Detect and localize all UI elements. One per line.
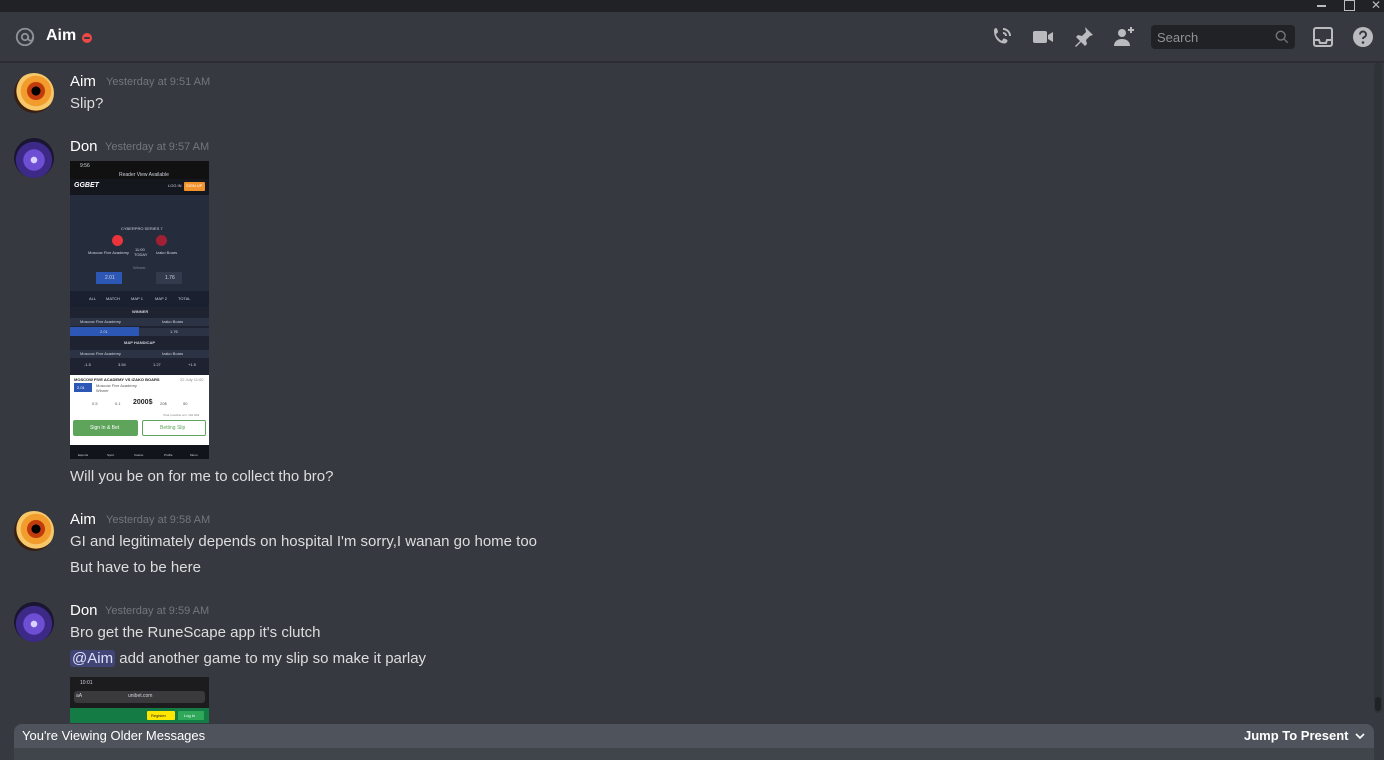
event-name: CYBERPRO SERIES 7 (121, 226, 163, 231)
hc-value: 1.27 (153, 362, 161, 367)
message-text: But have to be here (70, 559, 201, 576)
reader-view-text: Reader View Available (119, 172, 169, 178)
nav-item: Sport (107, 453, 115, 457)
add-member-icon[interactable] (1112, 25, 1136, 49)
at-icon (15, 27, 35, 47)
message-author[interactable]: Don (70, 138, 98, 155)
nav-item: Profile (164, 453, 173, 457)
tab-all: ALL (89, 296, 97, 301)
phone-status-bar: 9:56 Reader View Available (70, 161, 209, 179)
message-text: GI and legitimately depends on hospital … (70, 533, 538, 550)
message-timestamp: Yesterday at 9:51 AM (106, 76, 211, 88)
slip-odds: 2.01 (77, 385, 85, 390)
sign-in-bet-label: Sign In & Bet (90, 425, 120, 431)
slip-date: 22 July 11:00 (180, 377, 204, 382)
hc-value: 3.54 (118, 362, 126, 367)
stake-chip: 50 (183, 401, 188, 406)
possible-win: Total possible win: 402.00$ (163, 413, 200, 417)
hc-value: +1.5 (188, 362, 196, 367)
tab-map1: MAP 1 (131, 296, 143, 301)
market-team1: Moscow Five Academy (80, 319, 121, 324)
chevron-down-icon[interactable] (1354, 730, 1366, 742)
betting-slip-label: Betting Slip (160, 425, 186, 431)
team1-name: Moscow Five Academy (88, 250, 129, 255)
handicap-team1: Moscow Five Academy (80, 351, 121, 356)
dnd-status-icon (82, 33, 92, 43)
market-handicap: MAP HANDICAP (124, 340, 156, 345)
winner-label: Winner (133, 265, 146, 270)
tab-map2: MAP 2 (155, 296, 167, 301)
nav-item: Menu (190, 453, 198, 457)
channel-header: Aim (0, 12, 1384, 62)
stake-value: 2000$ (133, 399, 153, 406)
inbox-icon[interactable] (1311, 25, 1335, 49)
handicap-team2: Izako Boars (162, 351, 184, 356)
signup-text: SIGN UP (186, 183, 203, 188)
scrollbar-thumb[interactable] (1375, 697, 1381, 711)
nav-item: Casino (134, 453, 144, 457)
call-icon[interactable] (990, 25, 1014, 49)
tab-total: TOTAL (178, 296, 191, 301)
market-winner: WINNER (132, 309, 149, 314)
message-author[interactable]: Don (70, 602, 98, 619)
login-text: LOG IN (168, 183, 182, 188)
stake-chip: 0.5 (92, 401, 98, 406)
message-timestamp: Yesterday at 9:59 AM (105, 605, 210, 617)
market-team2: Izako Boars (162, 319, 184, 324)
older-messages-bar: You're Viewing Older Messages Jump To Pr… (14, 724, 1374, 748)
message-author[interactable]: Aim (70, 511, 96, 528)
message-text-with-mention: @Aim add another game to my slip so make… (70, 650, 426, 667)
message-timestamp: Yesterday at 9:57 AM (105, 141, 210, 153)
avatar[interactable] (14, 511, 54, 551)
team2-name: Izako Boars (156, 250, 178, 255)
help-icon[interactable] (1351, 25, 1375, 49)
phone-time: 9:56 (80, 163, 90, 169)
scrollbar-track[interactable] (1374, 63, 1382, 713)
message-list: Aim Yesterday at 9:51 AM Slip? Don Yeste… (0, 63, 1372, 723)
message-timestamp: Yesterday at 9:58 AM (106, 514, 211, 526)
login-label: Log in (184, 713, 195, 718)
odds-team1-value: 2.01 (105, 275, 115, 281)
image-attachment[interactable]: 10:01 aA unibet.com Register Log in (70, 677, 209, 723)
message-author[interactable]: Aim (70, 73, 96, 90)
search-box[interactable] (1151, 25, 1295, 49)
match-day: TODAY (134, 252, 148, 257)
phone-time: 10:01 (80, 680, 93, 686)
register-label: Register (151, 713, 166, 718)
image-attachment[interactable]: 9:56 Reader View Available GGBET LOG IN … (70, 161, 209, 459)
search-input[interactable] (1151, 25, 1269, 49)
pin-icon[interactable] (1071, 25, 1095, 49)
window-titlebar: ✕ (0, 0, 1384, 12)
stake-chip: 20$ (160, 401, 167, 406)
message-text: Bro get the RuneScape app it's clutch (70, 624, 321, 641)
url-text: unibet.com (128, 693, 153, 699)
channel-name: Aim (46, 27, 77, 44)
slip-title: MOSCOW FIVE ACADEMY VS IZAKO BOARS (74, 377, 160, 382)
avatar[interactable] (14, 602, 54, 642)
message-text: Slip? (70, 95, 104, 112)
market-odds1: 2.01 (100, 329, 108, 334)
reader-aa: aA (76, 693, 83, 699)
nav-item: Esports (78, 453, 89, 457)
market-odds2: 1.76 (170, 329, 178, 334)
avatar[interactable] (14, 138, 54, 178)
message-composer[interactable] (14, 748, 1374, 760)
message-text: Will you be on for me to collect tho bro… (70, 468, 334, 485)
tab-match: MATCH (106, 296, 120, 301)
search-icon[interactable] (1275, 30, 1289, 44)
avatar[interactable] (14, 73, 54, 113)
hc-value: -1.5 (84, 362, 91, 367)
team1-logo (112, 235, 123, 246)
stake-chip: 0.1 (115, 401, 121, 406)
slip-market: Winner (96, 388, 109, 393)
jump-to-present-button[interactable]: Jump To Present (1244, 728, 1349, 743)
site-logo: GGBET (74, 182, 99, 189)
older-messages-text: You're Viewing Older Messages (22, 728, 206, 743)
mention-line-text: add another game to my slip so make it p… (119, 650, 427, 667)
video-icon[interactable] (1031, 25, 1055, 49)
team2-logo (156, 235, 167, 246)
user-mention[interactable]: @Aim (70, 650, 116, 667)
odds-team2-value: 1.76 (165, 275, 175, 281)
